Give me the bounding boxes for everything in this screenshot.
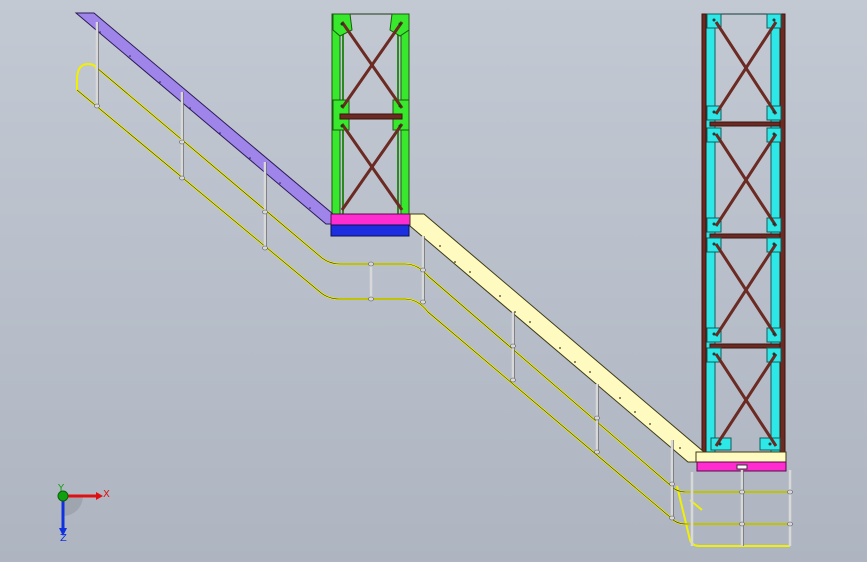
upper-landing[interactable]	[330, 213, 412, 237]
tower-right-leg-left	[705, 13, 716, 453]
lower-landing[interactable]	[695, 451, 787, 472]
cad-viewport[interactable]: X Y Z	[0, 0, 867, 562]
coordinate-triad[interactable]: X Y Z	[57, 483, 110, 544]
handrail-system[interactable]	[76, 62, 790, 547]
stair-assembly-model[interactable]: X Y Z	[0, 0, 867, 562]
x-axis-label: X	[103, 489, 110, 500]
support-tower-right[interactable]	[701, 13, 786, 453]
y-axis-label: Y	[57, 483, 65, 494]
support-tower-left[interactable]	[331, 13, 410, 217]
tower-right-leg-right	[770, 13, 781, 453]
lower-stair-flight[interactable]	[409, 213, 705, 463]
handrail-posts	[95, 22, 792, 546]
z-axis-label: Z	[60, 533, 67, 544]
upper-stair-flight[interactable]	[74, 12, 334, 225]
